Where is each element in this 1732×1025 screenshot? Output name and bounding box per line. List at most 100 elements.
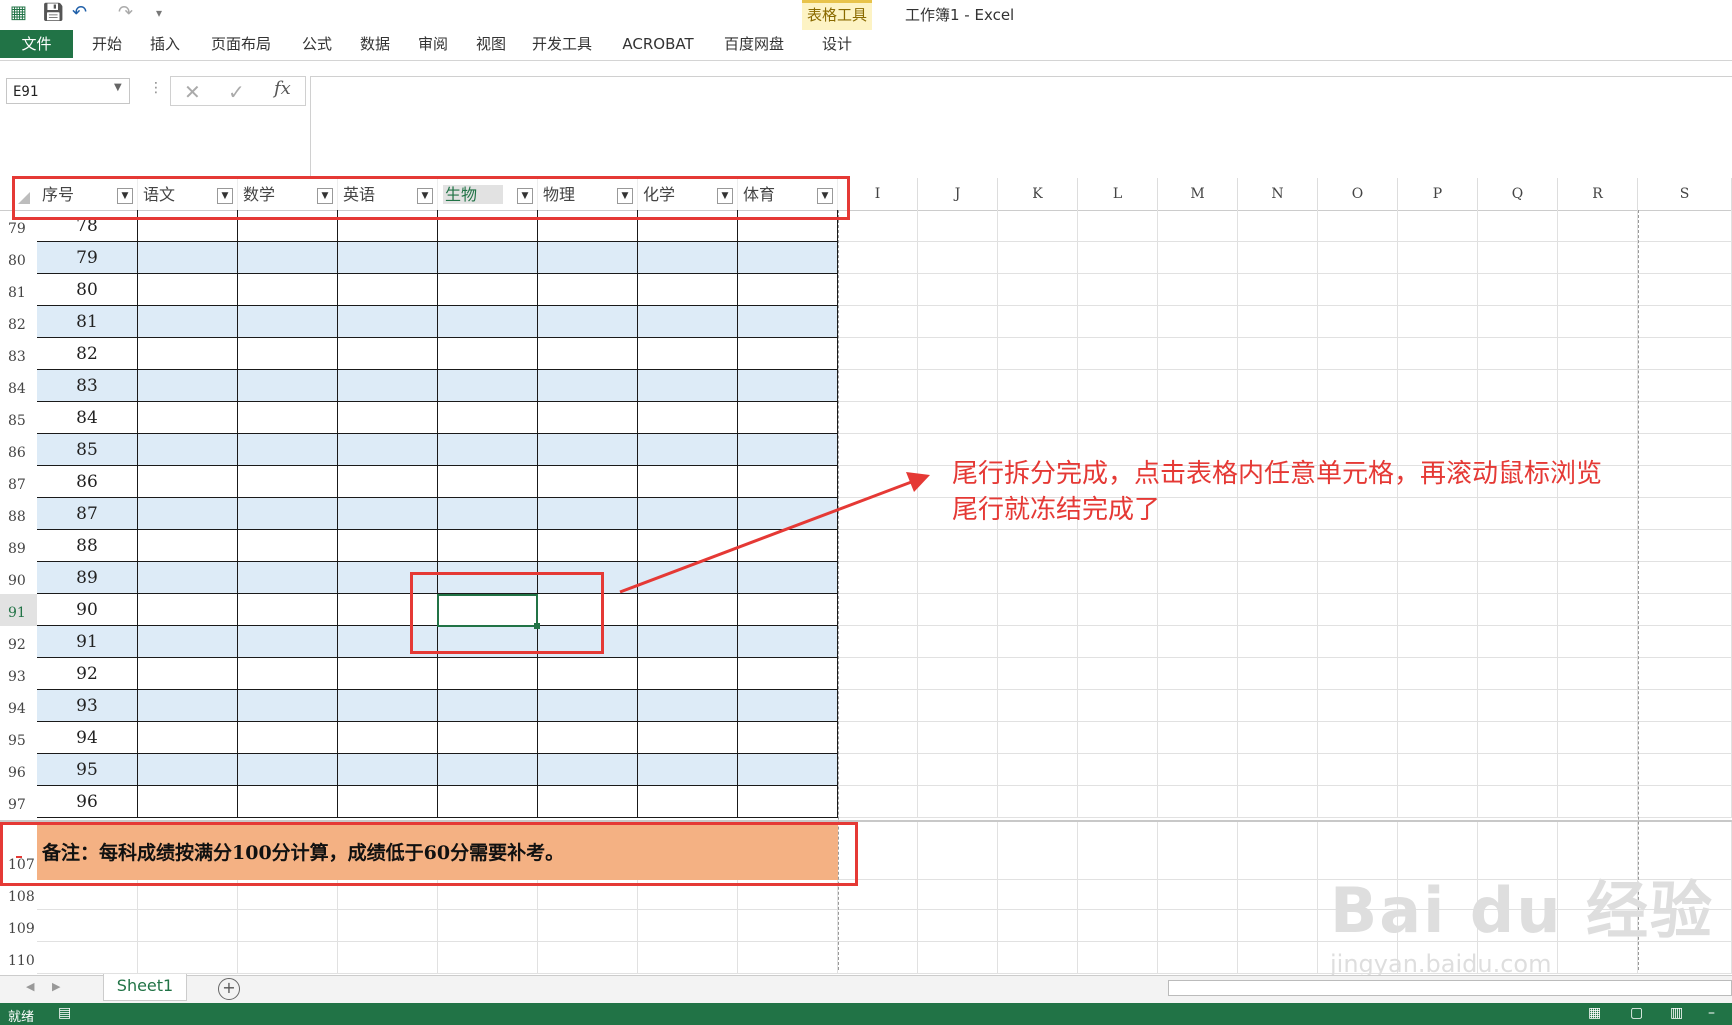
empty-cell[interactable] [1638, 338, 1732, 370]
empty-cell[interactable] [998, 878, 1078, 910]
score-cell[interactable] [138, 658, 238, 690]
empty-cell[interactable] [1078, 594, 1158, 626]
empty-cell[interactable] [1158, 878, 1238, 910]
empty-cell[interactable] [1318, 402, 1398, 434]
empty-cell[interactable] [1078, 754, 1158, 786]
empty-cell[interactable] [1398, 722, 1478, 754]
page-layout-view-icon[interactable]: ▢ [1630, 1005, 1643, 1021]
column-header-o[interactable]: O [1318, 178, 1398, 210]
score-cell[interactable] [438, 306, 538, 338]
empty-cell[interactable] [998, 626, 1078, 658]
empty-cell[interactable] [838, 306, 918, 338]
tab-data[interactable]: 数据 [350, 30, 400, 58]
empty-cell[interactable] [838, 910, 918, 942]
score-cell[interactable] [138, 690, 238, 722]
score-cell[interactable] [238, 786, 338, 818]
empty-cell[interactable] [1398, 402, 1478, 434]
empty-cell[interactable] [1638, 210, 1732, 242]
empty-cell[interactable] [1238, 530, 1318, 562]
empty-cell[interactable] [1558, 690, 1638, 722]
tab-view[interactable]: 视图 [466, 30, 516, 58]
empty-cell[interactable] [1638, 690, 1732, 722]
score-cell[interactable] [138, 370, 238, 402]
score-cell[interactable] [138, 338, 238, 370]
empty-cell[interactable] [1238, 786, 1318, 818]
empty-cell[interactable] [1558, 626, 1638, 658]
empty-cell[interactable] [1238, 402, 1318, 434]
empty-cell[interactable] [838, 658, 918, 690]
score-cell[interactable] [238, 498, 338, 530]
seq-cell[interactable]: 82 [37, 338, 138, 370]
empty-cell[interactable] [1078, 562, 1158, 594]
empty-cell[interactable] [538, 942, 638, 974]
empty-cell[interactable] [538, 910, 638, 942]
empty-cell[interactable] [918, 754, 998, 786]
empty-cell[interactable] [1638, 594, 1732, 626]
empty-cell[interactable] [1398, 754, 1478, 786]
empty-cell[interactable] [998, 722, 1078, 754]
empty-cell[interactable] [1398, 530, 1478, 562]
empty-cell[interactable] [918, 910, 998, 942]
sheet-nav-right-icon[interactable]: ▶ [52, 980, 60, 993]
empty-cell[interactable] [1638, 306, 1732, 338]
empty-cell[interactable] [1478, 530, 1558, 562]
empty-cell[interactable] [238, 942, 338, 974]
row-header[interactable]: 88 [0, 498, 37, 530]
empty-cell[interactable] [1158, 786, 1238, 818]
empty-cell[interactable] [998, 594, 1078, 626]
score-cell[interactable] [238, 530, 338, 562]
seq-cell[interactable]: 91 [37, 626, 138, 658]
empty-cell[interactable] [1558, 306, 1638, 338]
score-cell[interactable] [438, 434, 538, 466]
empty-cell[interactable] [1318, 754, 1398, 786]
empty-cell[interactable] [1238, 306, 1318, 338]
row-header[interactable]: 87 [0, 466, 37, 498]
empty-cell[interactable] [838, 722, 918, 754]
score-cell[interactable] [338, 754, 438, 786]
row-header[interactable]: 96 [0, 754, 37, 786]
score-cell[interactable] [638, 754, 738, 786]
empty-cell[interactable] [1238, 822, 1318, 880]
score-cell[interactable] [538, 786, 638, 818]
empty-cell[interactable] [838, 210, 918, 242]
empty-cell[interactable] [1398, 242, 1478, 274]
score-cell[interactable] [438, 242, 538, 274]
tab-review[interactable]: 审阅 [408, 30, 458, 58]
empty-cell[interactable] [338, 942, 438, 974]
empty-cell[interactable] [1238, 910, 1318, 942]
empty-cell[interactable] [1478, 658, 1558, 690]
name-box[interactable]: E91 [6, 78, 130, 104]
column-header-p[interactable]: P [1398, 178, 1478, 210]
empty-cell[interactable] [918, 822, 998, 880]
empty-cell[interactable] [1318, 786, 1398, 818]
name-box-dropdown-icon[interactable]: ▼ [114, 82, 122, 93]
empty-cell[interactable] [37, 942, 138, 974]
empty-cell[interactable] [918, 722, 998, 754]
empty-cell[interactable] [918, 242, 998, 274]
empty-cell[interactable] [1478, 626, 1558, 658]
score-cell[interactable] [438, 402, 538, 434]
empty-cell[interactable] [1478, 690, 1558, 722]
enter-icon[interactable]: ✓ [228, 80, 245, 104]
score-cell[interactable] [238, 402, 338, 434]
empty-cell[interactable] [1078, 338, 1158, 370]
empty-cell[interactable] [1238, 210, 1318, 242]
empty-cell[interactable] [738, 942, 838, 974]
score-cell[interactable] [238, 370, 338, 402]
tab-insert[interactable]: 插入 [140, 30, 190, 58]
empty-cell[interactable] [838, 338, 918, 370]
empty-cell[interactable] [1158, 338, 1238, 370]
empty-cell[interactable] [1638, 754, 1732, 786]
row-header[interactable]: 84 [0, 370, 37, 402]
empty-cell[interactable] [1638, 530, 1732, 562]
score-cell[interactable] [338, 786, 438, 818]
empty-cell[interactable] [1558, 370, 1638, 402]
score-cell[interactable] [438, 338, 538, 370]
empty-cell[interactable] [1158, 242, 1238, 274]
empty-cell[interactable] [1558, 754, 1638, 786]
empty-cell[interactable] [1558, 338, 1638, 370]
score-cell[interactable] [138, 242, 238, 274]
seq-cell[interactable]: 88 [37, 530, 138, 562]
score-cell[interactable] [638, 338, 738, 370]
score-cell[interactable] [238, 722, 338, 754]
